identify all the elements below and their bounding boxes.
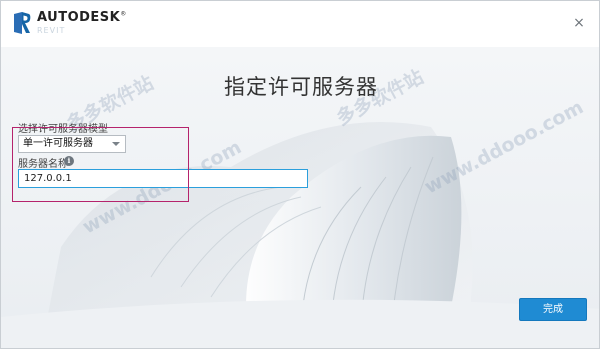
product-name: REVIT	[37, 26, 66, 35]
revit-logo-icon	[14, 12, 31, 34]
finish-button[interactable]: 完成	[519, 298, 587, 321]
close-icon[interactable]: ×	[571, 15, 587, 31]
title-bar: AUTODESK® REVIT ×	[1, 1, 599, 47]
page-title: 指定许可服务器	[224, 75, 378, 99]
autodesk-brand-text: AUTODESK®	[37, 10, 127, 25]
annotation-highlight-box	[12, 127, 189, 202]
autodesk-license-dialog: AUTODESK® REVIT × 多多软件站 多多软件站 www.ddooo.…	[0, 0, 600, 349]
